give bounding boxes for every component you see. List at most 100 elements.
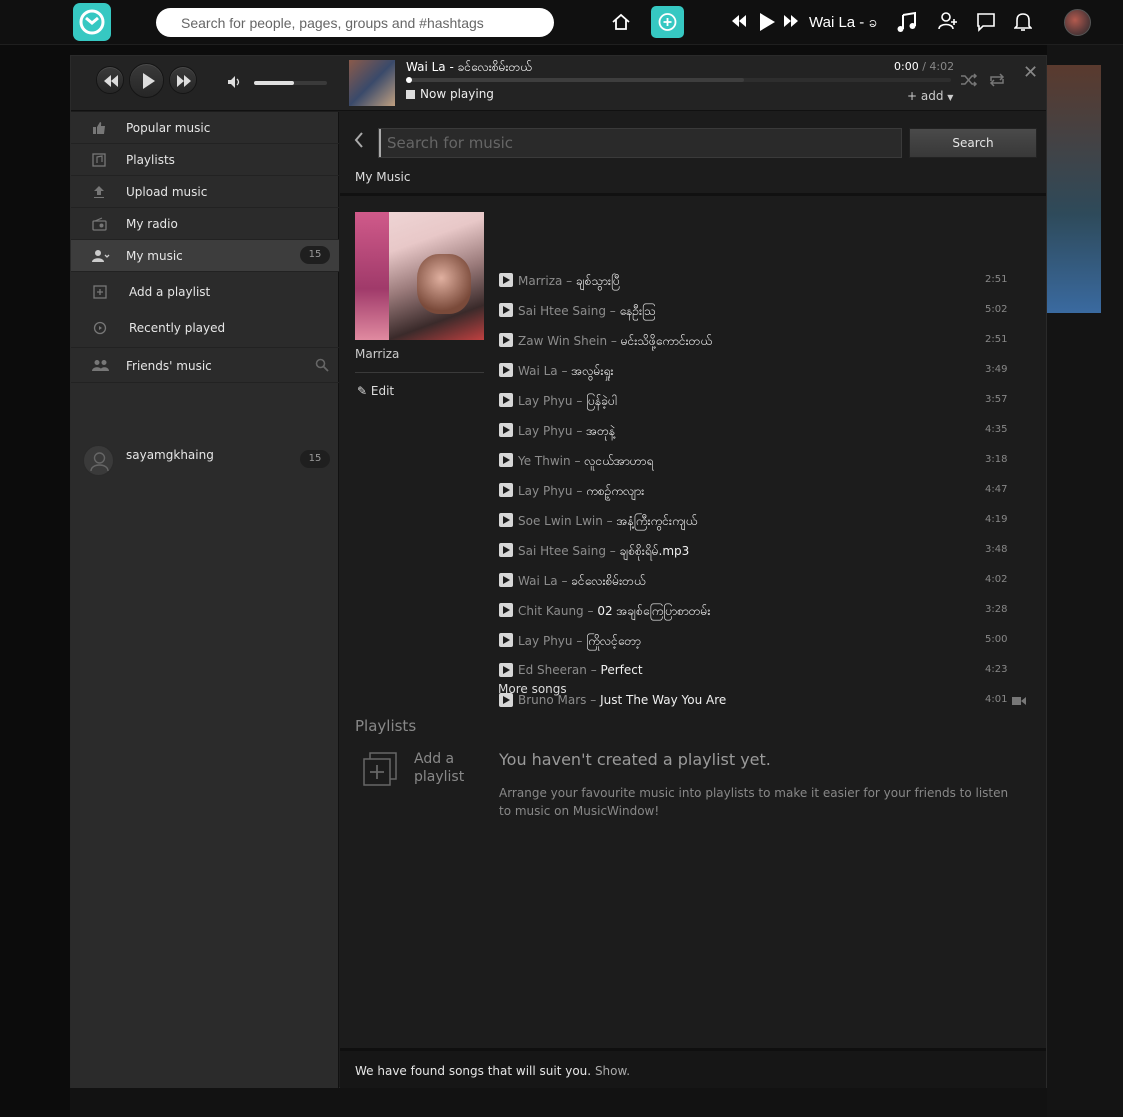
add-playlist-icon[interactable] bbox=[362, 751, 398, 787]
album-cover[interactable] bbox=[355, 212, 484, 340]
friend-avatar[interactable] bbox=[83, 445, 114, 476]
play-pause-button[interactable] bbox=[129, 63, 164, 98]
add-friend-icon[interactable] bbox=[938, 11, 958, 31]
more-songs-link[interactable]: More songs bbox=[498, 682, 567, 696]
track-title[interactable]: ချစ်စိုးရိမ်.mp3 bbox=[620, 544, 690, 558]
section-title[interactable]: My Music bbox=[355, 170, 410, 184]
track-artist[interactable]: Soe Lwin Lwin bbox=[518, 514, 603, 528]
close-icon[interactable]: ✕ bbox=[1023, 62, 1038, 83]
shuffle-icon[interactable] bbox=[960, 72, 978, 88]
play-icon[interactable] bbox=[499, 513, 513, 527]
video-icon[interactable] bbox=[1012, 696, 1026, 706]
play-icon[interactable] bbox=[499, 603, 513, 617]
track-name[interactable]: Marriza – ချစ်သွားပြီ bbox=[518, 273, 620, 291]
track-title[interactable]: အတုနဲ့ bbox=[586, 424, 615, 438]
track-name[interactable]: Zaw Win Shein – မင်းသိဖို့ကောင်းတယ် bbox=[518, 333, 712, 351]
track-title[interactable]: လူငယ်အာဟာရ bbox=[584, 454, 653, 468]
friend-name[interactable]: sayamgkhaing bbox=[126, 448, 214, 462]
track-row[interactable]: Sai Htee Saing – ချစ်စိုးရိမ်.mp3 3:48 bbox=[499, 537, 1039, 567]
track-row[interactable]: Ye Thwin – လူငယ်အာဟာရ 3:18 bbox=[499, 447, 1039, 477]
play-icon[interactable] bbox=[499, 393, 513, 407]
track-row[interactable]: Lay Phyu – ပြန်ခဲ့ပါ 3:57 bbox=[499, 387, 1039, 417]
track-artist[interactable]: Lay Phyu bbox=[518, 394, 573, 408]
track-name[interactable]: Chit Kaung – 02 အချစ်ကြေပြာစာတမ်း bbox=[518, 603, 710, 621]
sidebar-item-friends-music[interactable]: Friends' music bbox=[71, 349, 339, 383]
volume-icon[interactable] bbox=[227, 75, 241, 89]
track-row[interactable]: Bruno Mars – Just The Way You Are 4:01 bbox=[499, 687, 1039, 717]
track-row[interactable]: Soe Lwin Lwin – အနံ့ကြီးကွင်းကျယ် 4:19 bbox=[499, 507, 1039, 537]
track-artist[interactable]: Chit Kaung bbox=[518, 604, 584, 618]
track-name[interactable]: Lay Phyu – အတုနဲ့ bbox=[518, 423, 615, 441]
track-title[interactable]: Just The Way You Are bbox=[600, 693, 726, 707]
track-name[interactable]: Ed Sheeran – Perfect bbox=[518, 663, 643, 677]
add-to-playlist-button[interactable]: + add ▼ bbox=[907, 89, 953, 103]
track-row[interactable]: Lay Phyu – ကစဉ့်ကလျား 4:47 bbox=[499, 477, 1039, 507]
track-artist[interactable]: Zaw Win Shein bbox=[518, 334, 607, 348]
edit-button[interactable]: ✎ Edit bbox=[357, 384, 394, 398]
home-icon[interactable] bbox=[611, 12, 631, 32]
track-row[interactable]: Chit Kaung – 02 အချစ်ကြေပြာစာတမ်း 3:28 bbox=[499, 597, 1039, 627]
track-artist[interactable]: Sai Htee Saing bbox=[518, 304, 606, 318]
music-note-icon[interactable] bbox=[896, 11, 918, 33]
track-row[interactable]: Wai La – အလွမ်းရှုး 3:49 bbox=[499, 357, 1039, 387]
sidebar-item-playlists[interactable]: Playlists bbox=[71, 144, 339, 176]
track-artist[interactable]: Lay Phyu bbox=[518, 634, 573, 648]
track-name[interactable]: Soe Lwin Lwin – အနံ့ကြီးကွင်းကျယ် bbox=[518, 513, 697, 531]
track-title[interactable]: အလွမ်းရှုး bbox=[571, 364, 613, 378]
play-icon[interactable] bbox=[499, 303, 513, 317]
volume-slider[interactable] bbox=[254, 81, 327, 85]
rewind-icon[interactable] bbox=[731, 14, 747, 28]
play-icon[interactable] bbox=[499, 333, 513, 347]
track-title[interactable]: ပြန်ခဲ့ပါ bbox=[586, 394, 617, 408]
app-logo[interactable] bbox=[73, 3, 111, 41]
play-icon[interactable] bbox=[499, 633, 513, 647]
next-track-button[interactable] bbox=[169, 66, 197, 94]
track-name[interactable]: Sai Htee Saing – နေဦးသြ bbox=[518, 303, 656, 321]
track-artist[interactable]: Lay Phyu bbox=[518, 424, 573, 438]
track-title[interactable]: 02 အချစ်ကြေပြာစာတမ်း bbox=[597, 604, 710, 618]
music-search-button[interactable]: Search bbox=[909, 128, 1037, 158]
track-artist[interactable]: Sai Htee Saing bbox=[518, 544, 606, 558]
play-icon[interactable] bbox=[499, 273, 513, 287]
play-icon[interactable] bbox=[499, 573, 513, 587]
add-playlist-label[interactable]: Add a playlist bbox=[414, 750, 484, 786]
chat-icon[interactable] bbox=[976, 12, 996, 32]
track-row[interactable]: Marriza – ချစ်သွားပြီ 2:51 bbox=[499, 267, 1039, 297]
track-name[interactable]: Ye Thwin – လူငယ်အာဟာရ bbox=[518, 453, 653, 471]
back-arrow-icon[interactable] bbox=[354, 132, 364, 148]
track-title[interactable]: မင်းသိဖို့ကောင်းတယ် bbox=[621, 334, 712, 348]
track-title[interactable]: အနံ့ကြီးကွင်းကျယ် bbox=[617, 514, 698, 528]
track-title[interactable]: ခင်လေးစိမ်းတယ် bbox=[571, 574, 645, 588]
track-artist[interactable]: Wai La bbox=[518, 574, 558, 588]
play-icon[interactable] bbox=[499, 423, 513, 437]
track-artist[interactable]: Wai La bbox=[518, 364, 558, 378]
track-name[interactable]: Lay Phyu – ကစဉ့်ကလျား bbox=[518, 483, 644, 501]
track-artist[interactable]: Ed Sheeran bbox=[518, 663, 587, 677]
track-title[interactable]: ကြိုလင့်တော့ bbox=[586, 634, 641, 648]
track-row[interactable]: Lay Phyu – ကြိုလင့်တော့ 5:00 bbox=[499, 627, 1039, 657]
repeat-icon[interactable] bbox=[988, 72, 1006, 88]
fast-forward-icon[interactable] bbox=[783, 14, 799, 28]
track-row[interactable]: Sai Htee Saing – နေဦးသြ 5:02 bbox=[499, 297, 1039, 327]
previous-track-button[interactable] bbox=[96, 66, 124, 94]
track-row[interactable]: Zaw Win Shein – မင်းသိဖို့ကောင်းတယ် 2:51 bbox=[499, 327, 1039, 357]
seek-bar[interactable] bbox=[406, 77, 951, 83]
sidebar-item-my-radio[interactable]: My radio bbox=[71, 208, 339, 240]
play-icon[interactable] bbox=[499, 363, 513, 377]
track-name[interactable]: Lay Phyu – ပြန်ခဲ့ပါ bbox=[518, 393, 617, 411]
sidebar-item-add-playlist[interactable]: Add a playlist bbox=[71, 276, 339, 308]
sidebar-item-popular-music[interactable]: Popular music bbox=[71, 112, 339, 144]
play-icon[interactable] bbox=[499, 543, 513, 557]
user-avatar[interactable] bbox=[1064, 9, 1091, 36]
now-playing-ticker[interactable]: Wai La - ခ bbox=[809, 13, 877, 35]
play-icon[interactable] bbox=[758, 12, 776, 32]
play-icon[interactable] bbox=[499, 453, 513, 467]
track-name[interactable]: Wai La – ခင်လေးစိမ်းတယ် bbox=[518, 573, 645, 591]
track-title[interactable]: ကစဉ့်ကလျား bbox=[586, 484, 644, 498]
track-artist[interactable]: Lay Phyu bbox=[518, 484, 573, 498]
global-search-input[interactable] bbox=[181, 8, 541, 37]
track-name[interactable]: Lay Phyu – ကြိုလင့်တော့ bbox=[518, 633, 641, 651]
play-icon[interactable] bbox=[499, 483, 513, 497]
track-row[interactable]: Wai La – ခင်လေးစိမ်းတယ် 4:02 bbox=[499, 567, 1039, 597]
track-artist[interactable]: Ye Thwin bbox=[518, 454, 571, 468]
